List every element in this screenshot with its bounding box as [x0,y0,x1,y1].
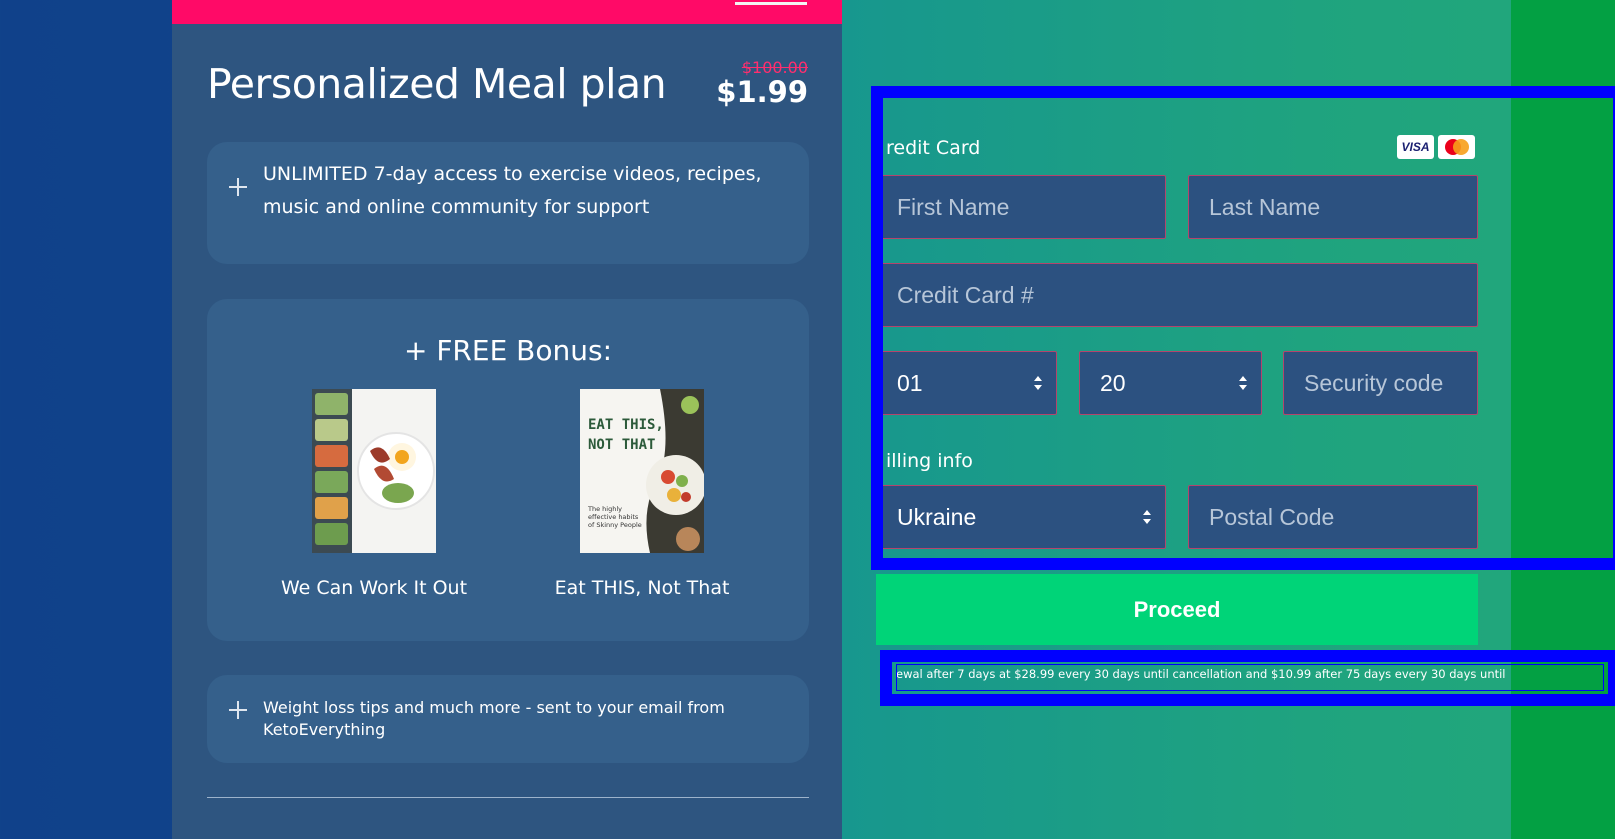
bonus-card: + FREE Bonus: EAT THIS, NOT THAT The hig… [207,299,809,641]
feature-card-access: UNLIMITED 7-day access to exercise video… [207,142,809,264]
top-bar-indicator [735,2,807,5]
feature-card-tips: Weight loss tips and much more - sent to… [207,675,809,763]
offer-panel: Personalized Meal plan $100.00 $1.99 UNL… [172,0,842,839]
section-divider [207,797,809,798]
book-cover-eat-this-not-that: EAT THIS, NOT THAT The highly effective … [580,389,704,553]
plus-icon [229,701,247,719]
highlight-box-form [871,86,1615,570]
svg-text:effective habits: effective habits [588,513,639,521]
bonus-title: + FREE Bonus: [403,334,613,367]
book-cover-we-can-work-it-out [312,389,436,553]
svg-text:of Skinny People: of Skinny People [588,521,642,529]
book-caption: We Can Work It Out [280,577,468,599]
book-caption: Eat THIS, Not That [554,577,730,599]
svg-text:The highly: The highly [587,505,622,513]
top-accent-bar [172,0,842,24]
svg-text:NOT THAT: NOT THAT [588,437,655,453]
svg-text:EAT THIS,: EAT THIS, [588,417,664,433]
proceed-button[interactable]: Proceed [876,574,1478,645]
feature-text: UNLIMITED 7-day access to exercise video… [263,163,762,218]
feature-text: Weight loss tips and much more - sent to… [263,698,725,739]
plus-icon [229,178,247,196]
plan-title: Personalized Meal plan [207,60,667,108]
current-price: $1.99 [716,75,808,109]
highlight-box-disclaimer-inner [896,664,1604,691]
